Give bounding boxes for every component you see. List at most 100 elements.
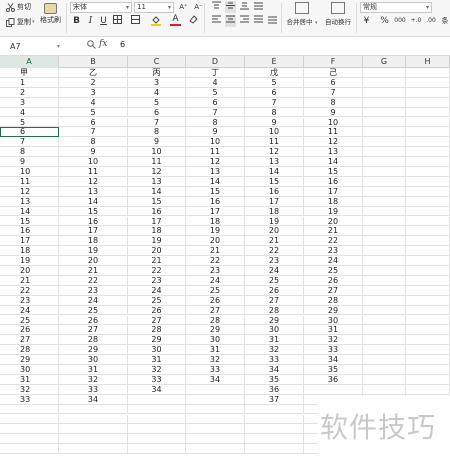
font-size-select[interactable]: 11 ▾ — [134, 2, 174, 13]
cell-c9[interactable]: 10 — [128, 147, 186, 158]
cell-b30[interactable]: 30 — [59, 355, 128, 365]
cell-d14[interactable]: 16 — [186, 196, 245, 207]
cell-d29[interactable]: 31 — [186, 345, 245, 356]
cell-d27[interactable]: 29 — [186, 325, 245, 336]
cell-e12[interactable]: 15 — [245, 176, 304, 187]
cell-b13[interactable]: 13 — [59, 186, 128, 197]
orientation-button[interactable] — [253, 1, 264, 13]
cell-e34[interactable]: 37 — [245, 394, 304, 405]
cell-a29[interactable]: 28 — [0, 345, 59, 356]
cell-c15[interactable]: 16 — [128, 206, 186, 217]
cell-d10[interactable]: 12 — [186, 157, 245, 167]
cell-b1[interactable]: 乙 — [59, 68, 128, 78]
cell-f3[interactable]: 7 — [304, 87, 363, 98]
cell-f12[interactable]: 16 — [304, 176, 363, 187]
cell-e16[interactable]: 19 — [245, 216, 304, 227]
cell-f20[interactable]: 24 — [304, 256, 363, 266]
cell-f8[interactable]: 12 — [304, 137, 363, 148]
number-format-select[interactable]: 常规 ▾ — [360, 2, 432, 13]
cell-d13[interactable]: 15 — [186, 186, 245, 197]
cell-c35[interactable] — [128, 404, 186, 415]
cell-f19[interactable]: 23 — [304, 246, 363, 257]
column-header-g[interactable]: G — [363, 56, 406, 68]
cell-f32[interactable]: 36 — [304, 374, 363, 385]
more-button[interactable]: 条 — [440, 15, 450, 27]
cell-e32[interactable]: 35 — [245, 374, 304, 385]
cell-c11[interactable]: 12 — [128, 167, 186, 177]
font-color-button[interactable]: A — [170, 15, 181, 27]
cell-a39[interactable] — [0, 444, 59, 455]
cell-a16[interactable]: 15 — [0, 216, 59, 227]
cell-c20[interactable]: 21 — [128, 256, 186, 266]
cell-a11[interactable]: 10 — [0, 167, 59, 177]
cell-a14[interactable]: 13 — [0, 196, 59, 207]
cell-c7[interactable]: 8 — [128, 127, 186, 138]
cell-g20[interactable] — [363, 256, 406, 266]
cell-f26[interactable]: 30 — [304, 315, 363, 326]
cell-g19[interactable] — [363, 246, 406, 257]
decrease-decimal-button[interactable]: .00 — [424, 15, 438, 27]
cell-h21[interactable] — [406, 266, 450, 276]
cell-f15[interactable]: 19 — [304, 206, 363, 217]
cell-d7[interactable]: 9 — [186, 127, 245, 138]
cell-h30[interactable] — [406, 355, 450, 365]
cell-e9[interactable]: 12 — [245, 147, 304, 158]
cell-a18[interactable]: 17 — [0, 236, 59, 247]
cell-g9[interactable] — [363, 147, 406, 158]
cell-b7[interactable]: 7 — [59, 127, 128, 138]
cell-d17[interactable]: 19 — [186, 226, 245, 237]
cell-h25[interactable] — [406, 305, 450, 316]
cell-f11[interactable]: 15 — [304, 167, 363, 177]
cell-c37[interactable] — [128, 424, 186, 435]
cell-e27[interactable]: 30 — [245, 325, 304, 336]
cut-button[interactable]: 剪切 — [6, 2, 31, 12]
cell-a28[interactable]: 27 — [0, 335, 59, 346]
cell-g11[interactable] — [363, 167, 406, 177]
cell-a37[interactable] — [0, 424, 59, 435]
cell-a34[interactable]: 33 — [0, 394, 59, 405]
cell-c22[interactable]: 23 — [128, 275, 186, 286]
font-name-select[interactable]: 宋体 ▾ — [70, 2, 132, 13]
cell-g10[interactable] — [363, 157, 406, 167]
cell-b33[interactable]: 33 — [59, 384, 128, 395]
cell-b15[interactable]: 15 — [59, 206, 128, 217]
cell-h19[interactable] — [406, 246, 450, 257]
cell-h12[interactable] — [406, 176, 450, 187]
bold-button[interactable]: B — [71, 15, 82, 27]
cell-g7[interactable] — [363, 127, 406, 138]
cell-e23[interactable]: 26 — [245, 285, 304, 296]
cell-h23[interactable] — [406, 285, 450, 296]
cell-f7[interactable]: 11 — [304, 127, 363, 138]
cell-d6[interactable]: 8 — [186, 117, 245, 128]
cell-g32[interactable] — [363, 374, 406, 385]
cell-c14[interactable]: 15 — [128, 196, 186, 207]
column-header-e[interactable]: E — [245, 56, 304, 68]
cell-a17[interactable]: 16 — [0, 226, 59, 237]
cell-b12[interactable]: 12 — [59, 176, 128, 187]
cell-a35[interactable] — [0, 404, 59, 415]
cell-g33[interactable] — [363, 384, 406, 395]
cell-d31[interactable]: 33 — [186, 365, 245, 375]
cell-c18[interactable]: 19 — [128, 236, 186, 247]
cell-c38[interactable] — [128, 434, 186, 445]
align-bottom-button[interactable] — [239, 1, 250, 13]
currency-button[interactable]: ¥ — [361, 15, 372, 27]
cell-h4[interactable] — [406, 97, 450, 108]
cell-f14[interactable]: 18 — [304, 196, 363, 207]
cell-d33[interactable] — [186, 384, 245, 395]
cell-e29[interactable]: 32 — [245, 345, 304, 356]
cell-e20[interactable]: 23 — [245, 256, 304, 266]
cell-d20[interactable]: 22 — [186, 256, 245, 266]
cell-g15[interactable] — [363, 206, 406, 217]
cell-a26[interactable]: 25 — [0, 315, 59, 326]
cell-b32[interactable]: 32 — [59, 374, 128, 385]
borders-button[interactable] — [112, 15, 123, 27]
cell-b9[interactable]: 9 — [59, 147, 128, 158]
cell-f22[interactable]: 26 — [304, 275, 363, 286]
cell-a20[interactable]: 19 — [0, 256, 59, 266]
cell-c13[interactable]: 14 — [128, 186, 186, 197]
cell-c33[interactable]: 34 — [128, 384, 186, 395]
cell-b38[interactable] — [59, 434, 128, 445]
cell-g8[interactable] — [363, 137, 406, 148]
cell-h13[interactable] — [406, 186, 450, 197]
